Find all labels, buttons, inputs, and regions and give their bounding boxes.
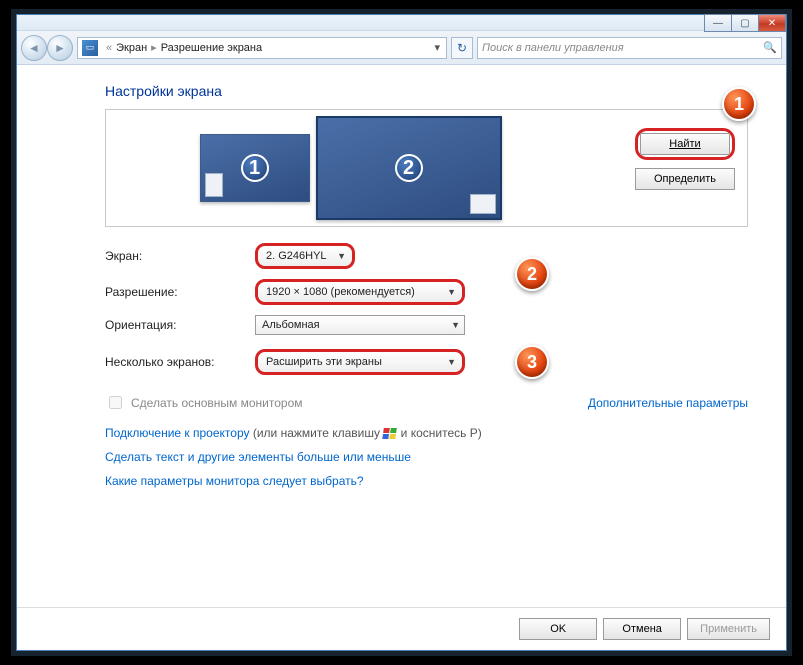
label-multiple: Несколько экранов: — [105, 355, 255, 369]
help-links: Подключение к проектору (или нажмите кла… — [105, 426, 748, 488]
screen-dropdown[interactable]: 2. G246HYL ▼ — [255, 243, 355, 269]
chevron-down-icon: ▼ — [447, 287, 456, 297]
label-screen: Экран: — [105, 249, 255, 263]
titlebar: ― ▢ ✕ — [17, 15, 786, 31]
orientation-value: Альбомная — [262, 319, 320, 331]
back-button[interactable]: ◄ — [21, 35, 47, 61]
make-primary-checkbox — [109, 396, 122, 409]
advanced-settings-link[interactable]: Дополнительные параметры — [588, 396, 748, 410]
text-size-link[interactable]: Сделать текст и другие элементы больше и… — [105, 450, 748, 464]
monitor-side-buttons: Найти Определить — [635, 128, 735, 190]
maximize-button[interactable]: ▢ — [731, 14, 759, 32]
make-primary-label: Сделать основным монитором — [131, 396, 303, 410]
monitor-2-thumb-icon — [470, 194, 496, 214]
multiple-displays-dropdown[interactable]: Расширить эти экраны ▼ — [255, 349, 465, 375]
close-button[interactable]: ✕ — [758, 14, 786, 32]
resolution-dropdown[interactable]: 1920 × 1080 (рекомендуется) ▼ — [255, 279, 465, 305]
page-title: Настройки экрана — [105, 83, 748, 99]
breadcrumb-sep: ▸ — [151, 41, 157, 54]
monitor-1[interactable]: 1 — [200, 134, 310, 202]
control-panel-icon: ▭ — [82, 40, 98, 56]
breadcrumb-current[interactable]: Разрешение экрана — [161, 42, 262, 54]
settings-form: Экран: 2. G246HYL ▼ 2 Разрешение: 1920 ×… — [105, 243, 748, 379]
content-area: Настройки экрана 1 2 Найти Определить — [17, 65, 786, 510]
monitor-2-badge: 2 — [395, 154, 423, 182]
annotation-step-1: 1 — [722, 87, 756, 121]
window-controls: ― ▢ ✕ — [705, 14, 786, 32]
cancel-button[interactable]: Отмена — [603, 618, 681, 640]
which-settings-link[interactable]: Какие параметры монитора следует выбрать… — [105, 474, 748, 488]
annotation-step-2: 2 — [515, 257, 549, 291]
search-placeholder: Поиск в панели управления — [482, 42, 624, 54]
screen-resolution-window: ― ▢ ✕ ◄ ► ▭ « Экран ▸ Разрешение экрана … — [16, 14, 787, 651]
minimize-button[interactable]: ― — [704, 14, 732, 32]
search-input[interactable]: Поиск в панели управления 🔍 — [477, 37, 782, 59]
breadcrumb-root[interactable]: Экран — [116, 42, 147, 54]
annotation-ring-detect: Найти — [635, 128, 735, 160]
monitor-1-badge: 1 — [241, 154, 269, 182]
breadcrumb[interactable]: ▭ « Экран ▸ Разрешение экрана ▾ — [77, 37, 447, 59]
screen-value: 2. G246HYL — [266, 250, 327, 262]
chevron-down-icon: ▼ — [447, 357, 456, 367]
projector-link[interactable]: Подключение к проектору (или нажмите кла… — [105, 426, 748, 440]
search-icon[interactable]: 🔍 — [763, 41, 777, 54]
breadcrumb-dropdown-icon[interactable]: ▾ — [430, 41, 444, 54]
label-resolution: Разрешение: — [105, 285, 255, 299]
dialog-footer: OK Отмена Применить — [17, 607, 786, 640]
chevron-down-icon: ▼ — [451, 320, 460, 330]
multiple-displays-value: Расширить эти экраны — [266, 356, 382, 368]
monitors-preview-frame: 1 2 Найти Определить — [105, 109, 748, 227]
windows-key-icon — [382, 428, 398, 440]
identify-button[interactable]: Определить — [635, 168, 735, 190]
annotation-step-3: 3 — [515, 345, 549, 379]
monitor-2[interactable]: 2 — [316, 116, 502, 220]
detect-button[interactable]: Найти — [640, 133, 730, 155]
label-orientation: Ориентация: — [105, 318, 255, 332]
nav-arrows: ◄ ► — [21, 35, 73, 61]
apply-button: Применить — [687, 618, 770, 640]
breadcrumb-sep: « — [106, 42, 112, 54]
refresh-button[interactable]: ↻ — [451, 37, 473, 59]
monitor-1-thumb-icon — [205, 173, 223, 197]
ok-button[interactable]: OK — [519, 618, 597, 640]
orientation-dropdown[interactable]: Альбомная ▼ — [255, 315, 465, 335]
resolution-value: 1920 × 1080 (рекомендуется) — [266, 286, 415, 298]
monitors-preview[interactable]: 1 2 — [114, 116, 587, 220]
navbar: ◄ ► ▭ « Экран ▸ Разрешение экрана ▾ ↻ По… — [17, 31, 786, 65]
forward-button[interactable]: ► — [47, 35, 73, 61]
chevron-down-icon: ▼ — [337, 251, 346, 261]
